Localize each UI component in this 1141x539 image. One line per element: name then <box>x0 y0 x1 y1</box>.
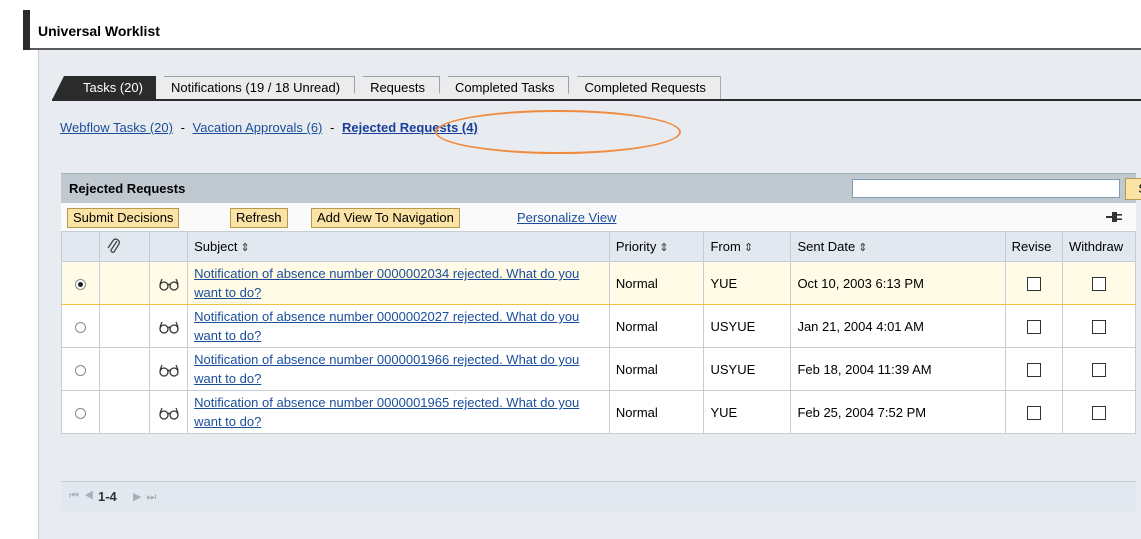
from-cell: USYUE <box>703 304 792 348</box>
select-column-header <box>60 231 101 262</box>
page-range: 1-4 <box>98 489 117 504</box>
subject-link[interactable]: Notification of absence number 000000196… <box>194 395 579 429</box>
attachment-cell <box>99 304 151 348</box>
revise-checkbox[interactable] <box>1026 276 1041 291</box>
table-row[interactable]: Notification of absence number 000000203… <box>60 261 1137 305</box>
personalize-view-link[interactable]: Personalize View <box>517 210 616 225</box>
tab-notifications[interactable]: Notifications (19 / 18 Unread) <box>151 76 356 100</box>
attachment-column-header <box>99 231 151 262</box>
attachment-cell <box>99 347 151 391</box>
subject-link[interactable]: Notification of absence number 000000196… <box>194 352 579 386</box>
table-pager: ⏮ ◀ 1-4 ▶ ⏭ <box>61 481 1136 511</box>
priority-cell: Normal <box>608 304 705 348</box>
tab-requests[interactable]: Requests <box>351 76 440 100</box>
submit-decisions-button[interactable]: Submit Decisions <box>67 208 180 228</box>
revise-checkbox[interactable] <box>1026 319 1041 334</box>
withdraw-checkbox[interactable] <box>1091 405 1106 420</box>
sent-date-column-header[interactable]: Sent Date ⇕ <box>790 231 1006 262</box>
table-row[interactable]: Notification of absence number 000000196… <box>60 390 1137 434</box>
from-cell: YUE <box>703 261 792 305</box>
sort-icon[interactable]: ⇕ <box>744 242 753 254</box>
sent-date-cell: Jan 21, 2004 4:01 AM <box>790 304 1006 348</box>
subnav-separator: - <box>180 120 185 135</box>
withdraw-checkbox[interactable] <box>1091 276 1106 291</box>
tab-completed-tasks[interactable]: Completed Tasks <box>435 76 570 100</box>
priority-cell: Normal <box>608 347 705 391</box>
search-button[interactable]: Search <box>1125 178 1141 200</box>
row-select-radio[interactable] <box>75 364 87 376</box>
attachment-cell <box>99 390 151 434</box>
table-row[interactable]: Notification of absence number 000000196… <box>60 347 1137 391</box>
table-title: Rejected Requests <box>69 181 186 196</box>
priority-column-header[interactable]: Priority ⇕ <box>608 231 705 262</box>
withdraw-column-header: Withdraw <box>1061 231 1137 262</box>
revise-checkbox[interactable] <box>1026 362 1041 377</box>
table-header: Rejected Requests Search <box>61 173 1141 203</box>
from-cell: YUE <box>703 390 792 434</box>
revise-column-header: Revise <box>1004 231 1063 262</box>
table-header-row: Subject ⇕ Priority ⇕ From ⇕ Sent Date ⇕ Revi… <box>60 231 1137 262</box>
sent-date-cell: Oct 10, 2003 6:13 PM <box>790 261 1006 305</box>
highlight-ellipse <box>435 110 681 154</box>
paperclip-icon <box>107 238 120 253</box>
next-last-page-icon[interactable]: ▶ ⏭ <box>133 490 157 504</box>
sort-icon[interactable]: ⇕ <box>240 242 249 254</box>
page-title: Universal Worklist <box>38 23 160 39</box>
search-input[interactable] <box>852 179 1120 198</box>
row-select-radio[interactable] <box>75 278 87 290</box>
revise-checkbox[interactable] <box>1026 405 1041 420</box>
attachment-cell <box>99 261 151 305</box>
tab-completed-requests[interactable]: Completed Requests <box>565 76 721 100</box>
priority-cell: Normal <box>608 261 705 305</box>
subnav-vacation-approvals[interactable]: Vacation Approvals (6) <box>193 120 323 135</box>
sort-icon[interactable]: ⇕ <box>858 242 867 254</box>
from-column-header[interactable]: From ⇕ <box>703 231 792 262</box>
subject-column-header[interactable]: Subject ⇕ <box>187 231 610 262</box>
preview-glasses-icon[interactable] <box>158 277 180 291</box>
sort-icon[interactable]: ⇕ <box>659 242 668 254</box>
priority-cell: Normal <box>608 390 705 434</box>
preview-glasses-icon[interactable] <box>158 320 180 334</box>
from-cell: USYUE <box>703 347 792 391</box>
tab-tasks[interactable]: Tasks (20) <box>52 76 156 100</box>
subnav-separator: - <box>330 120 335 135</box>
subject-link[interactable]: Notification of absence number 000000203… <box>194 266 579 300</box>
plug-icon[interactable] <box>1105 210 1123 224</box>
refresh-button[interactable]: Refresh <box>230 208 288 228</box>
requests-table: Subject ⇕ Priority ⇕ From ⇕ Sent Date ⇕ Revi… <box>60 231 1137 434</box>
sent-date-cell: Feb 25, 2004 7:52 PM <box>790 390 1006 434</box>
table-row[interactable]: Notification of absence number 000000202… <box>60 304 1137 348</box>
subnav-webflow-tasks[interactable]: Webflow Tasks (20) <box>60 120 173 135</box>
subject-link[interactable]: Notification of absence number 000000202… <box>194 309 579 343</box>
tab-underline <box>52 99 1141 101</box>
tab-strip: Tasks (20) Notifications (19 / 18 Unread… <box>52 74 721 100</box>
preview-column-header <box>149 231 189 262</box>
preview-glasses-icon[interactable] <box>158 406 180 420</box>
subview-nav: Webflow Tasks (20) - Vacation Approvals … <box>60 120 478 135</box>
row-select-radio[interactable] <box>75 407 87 419</box>
sent-date-cell: Feb 18, 2004 11:39 AM <box>790 347 1006 391</box>
add-view-to-navigation-button[interactable]: Add View To Navigation <box>311 208 460 228</box>
title-bar: Universal Worklist <box>23 10 1141 50</box>
preview-glasses-icon[interactable] <box>158 363 180 377</box>
withdraw-checkbox[interactable] <box>1091 362 1106 377</box>
first-prev-page-icon[interactable]: ⏮ ◀ <box>69 490 95 503</box>
withdraw-checkbox[interactable] <box>1091 319 1106 334</box>
table-toolbar: Submit Decisions Refresh Add View To Nav… <box>61 203 1136 231</box>
row-select-radio[interactable] <box>75 321 87 333</box>
title-marker <box>23 10 30 50</box>
